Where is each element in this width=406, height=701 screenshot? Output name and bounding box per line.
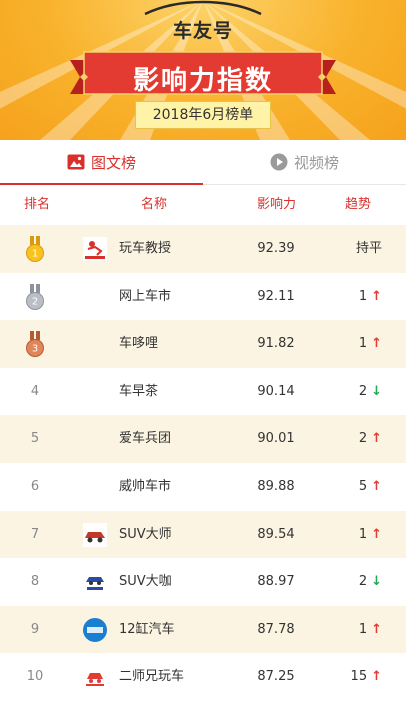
influence-score: 90.01 [257, 431, 295, 447]
account-name: 爱车兵团 [119, 431, 172, 447]
page-title: 影响力指数 [132, 66, 273, 96]
medal-bronze-icon: 3 [26, 331, 44, 358]
trend-text: 2 [358, 574, 368, 590]
wanche-logo [83, 237, 107, 261]
tab-video[interactable]: 视频榜 [203, 140, 406, 184]
account-name: 车哆哩 [119, 336, 159, 352]
ershixiong-logo [83, 665, 107, 690]
medal-rank-number: 1 [32, 249, 38, 260]
influence-score: 91.82 [257, 336, 295, 352]
arrow-down-icon: ↓ [371, 383, 382, 399]
table-row[interactable]: 7 SUV大师 89.54 1 ↑ [0, 510, 406, 559]
rank-number: 10 [26, 669, 44, 685]
account-name: 网上车市 [119, 288, 172, 304]
influence-score: 89.54 [257, 526, 295, 542]
account-name: 威帅车市 [119, 478, 172, 494]
influence-score: 89.88 [257, 478, 295, 494]
account-name: SUV大师 [119, 526, 172, 542]
account-name: 二师兄玩车 [119, 669, 185, 685]
trend-value: 1 ↑ [330, 511, 382, 559]
rank-number: 5 [30, 431, 40, 447]
trend-value: 2 ↑ [330, 415, 382, 463]
tab-bar: 图文榜 视频榜 [0, 140, 406, 185]
trend-text: 5 [358, 478, 368, 494]
table-header: 排名 名称 影响力 趋势 [0, 185, 406, 225]
trend-value: 5 ↑ [330, 463, 382, 511]
column-name: 名称 [141, 197, 168, 212]
arrow-up-icon: ↑ [371, 621, 382, 637]
influence-score: 87.25 [257, 669, 295, 685]
ranking-page: 车友号 影响力指数 2018年6月榜单 图文榜 视频榜 排名 名称 影响力 趋势… [0, 0, 406, 701]
rank-number: 9 [30, 621, 40, 637]
medal-gold-icon: 1 [26, 236, 44, 262]
header-banner: 车友号 影响力指数 2018年6月榜单 [0, 0, 406, 140]
ranking-table: 1 玩车教授 92.39 持平 2 网上车市 92.11 1 ↑ 3 车哆哩 91.82 1 ↑ 4 车早茶 9… [0, 225, 406, 701]
influence-score: 92.39 [257, 241, 295, 256]
trend-text: 15 [350, 669, 368, 685]
car-silhouette-icon [144, 0, 262, 16]
arrow-up-icon: ↑ [371, 478, 382, 494]
account-name: 车早茶 [119, 383, 159, 399]
rank-number: 7 [30, 526, 40, 542]
table-row[interactable]: 1 玩车教授 92.39 持平 [0, 225, 406, 273]
medal-silver-icon: 2 [26, 283, 44, 310]
medal-rank-number: 2 [32, 296, 38, 307]
trend-value: 15 ↑ [330, 653, 382, 701]
play-icon [270, 153, 288, 171]
influence-score: 90.14 [257, 383, 295, 399]
trend-value: 1 ↑ [330, 606, 382, 654]
suv-daka-logo [83, 570, 107, 595]
medal-rank-number: 3 [32, 344, 38, 355]
arrow-up-icon: ↑ [371, 431, 382, 447]
suv-dashi-logo [83, 522, 107, 547]
trend-text: 2 [358, 383, 368, 399]
table-row[interactable]: 3 车哆哩 91.82 1 ↑ [0, 320, 406, 368]
rank-number: 8 [30, 574, 40, 590]
tab-image-text[interactable]: 图文榜 [0, 140, 203, 185]
arrow-down-icon: ↓ [371, 574, 382, 590]
12gang-logo [83, 617, 107, 642]
trend-value: 1 ↑ [330, 320, 382, 368]
influence-score: 87.78 [257, 621, 295, 637]
table-row[interactable]: 5 爱车兵团 90.01 2 ↑ [0, 415, 406, 463]
trend-text: 2 [358, 431, 368, 447]
trend-value: 持平 [330, 225, 382, 273]
arrow-up-icon: ↑ [371, 288, 382, 304]
arrow-up-icon: ↑ [371, 669, 382, 685]
column-trend: 趋势 [345, 197, 372, 212]
account-name: SUV大咖 [119, 574, 172, 590]
trend-text: 1 [358, 336, 368, 352]
trend-text: 1 [358, 288, 368, 304]
table-row[interactable]: 10 二师兄玩车 87.25 15 ↑ [0, 653, 406, 701]
table-row[interactable]: 2 网上车市 92.11 1 ↑ [0, 272, 406, 321]
trend-text: 持平 [355, 241, 382, 256]
trend-value: 2 ↓ [330, 368, 382, 416]
table-row[interactable]: 8 SUV大咖 88.97 2 ↓ [0, 558, 406, 606]
influence-score: 88.97 [257, 574, 295, 590]
trend-value: 1 ↑ [330, 273, 382, 321]
influence-score: 92.11 [257, 288, 295, 304]
rank-number: 4 [30, 383, 40, 399]
table-row[interactable]: 6 威帅车市 89.88 5 ↑ [0, 462, 406, 511]
account-name: 玩车教授 [119, 241, 172, 256]
arrow-up-icon: ↑ [371, 526, 382, 542]
account-name: 12缸汽车 [119, 621, 175, 637]
trend-text: 1 [358, 526, 368, 542]
period-label: 2018年6月榜单 [135, 101, 271, 129]
tab-label: 视频榜 [293, 153, 339, 172]
rank-number: 6 [30, 478, 40, 494]
table-row[interactable]: 9 12缸汽车 87.78 1 ↑ [0, 605, 406, 654]
trend-text: 1 [358, 621, 368, 637]
column-influence: 影响力 [257, 197, 297, 212]
table-row[interactable]: 4 车早茶 90.14 2 ↓ [0, 367, 406, 416]
arrow-up-icon: ↑ [371, 336, 382, 352]
brand-title: 车友号 [172, 20, 233, 42]
column-rank: 排名 [24, 197, 51, 212]
image-icon [67, 154, 85, 170]
trend-value: 2 ↓ [330, 558, 382, 606]
tab-label: 图文榜 [90, 153, 136, 172]
